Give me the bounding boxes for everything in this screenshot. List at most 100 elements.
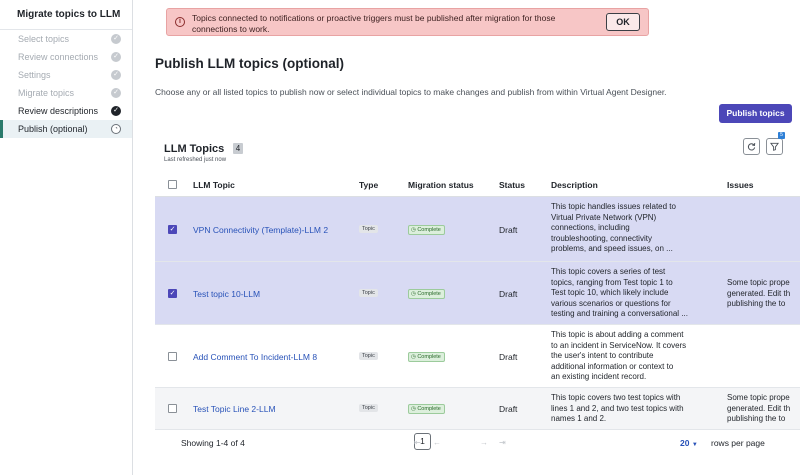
table-title: LLM Topics [164, 143, 225, 155]
check-circle-icon: ✓ [111, 34, 121, 44]
topic-link[interactable]: Test Topic Line 2-LLM [193, 404, 276, 414]
description-line: troubleshooting, connectivity [551, 233, 652, 243]
issues-line: generated. Edit th [727, 288, 791, 298]
banner-ok-button[interactable]: OK [606, 13, 640, 31]
description-line: connections, including [551, 223, 630, 232]
wizard-step-label: Review connections [18, 52, 99, 62]
prev-page-icon[interactable]: ← [433, 438, 441, 447]
check-circle-icon: ✓ [111, 106, 121, 116]
description-text: This topic covers a series of test topics… [551, 267, 706, 320]
row-checkbox[interactable] [168, 352, 177, 361]
status-text: Draft [499, 289, 518, 299]
description-text: This topic is about adding a comment to a… [551, 330, 706, 383]
wizard-step[interactable]: Migrate topics ✓ [0, 84, 132, 102]
description-line: names 1 and 2. [551, 414, 607, 423]
rows-per-page-label: rows per page [711, 438, 765, 448]
table-row[interactable]: Add Comment To Incident-LLM 8 Topic ◷ Comp… [155, 325, 800, 388]
showing-count: Showing 1-4 of 4 [181, 438, 245, 448]
col-status[interactable]: Status [499, 180, 525, 190]
first-page-icon[interactable]: ⇤ [414, 438, 421, 447]
col-type[interactable]: Type [359, 180, 378, 190]
wizard-sidebar: Migrate topics to LLM Select topics ✓ Revi… [0, 0, 133, 475]
refresh-icon [747, 143, 756, 151]
wizard-title: Migrate topics to LLM [0, 0, 132, 30]
migration-status-badge: ◷ Complete [408, 404, 445, 414]
col-issues[interactable]: Issues [727, 180, 753, 190]
row-checkbox[interactable]: ✓ [168, 225, 177, 234]
migration-status-badge: ◷ Complete [408, 352, 445, 362]
migration-status-badge: ◷ Complete [408, 289, 445, 299]
description-line: Test topic 10, which likely include [551, 288, 669, 297]
description-line: This topic covers two test topics with [551, 393, 681, 402]
table-row[interactable]: ✓ Test topic 10-LLM Topic ◷ Complete Draft Th… [155, 262, 800, 325]
migration-status-badge: ◷ Complete [408, 225, 445, 235]
description-line: topics, ranging from Test topic 1 to [551, 277, 673, 287]
wizard-step[interactable]: Settings ✓ [0, 66, 132, 84]
description-line: lines 1 and 2, and two test topics with [551, 403, 684, 413]
issues-line: Some topic prope [727, 278, 790, 287]
wizard-step[interactable]: Review connections ✓ [0, 48, 132, 66]
wizard-step-label: Publish (optional) [18, 124, 88, 134]
wizard-step[interactable]: Review descriptions ✓ [0, 102, 132, 120]
col-description[interactable]: Description [551, 180, 598, 190]
wizard-step[interactable]: Select topics ✓ [0, 30, 132, 48]
row-checkbox[interactable] [168, 404, 177, 413]
next-page-icon[interactable]: → [480, 438, 488, 447]
type-badge: Topic [359, 225, 378, 233]
page-subtitle: Choose any or all listed topics to publi… [155, 87, 667, 97]
filter-icon [770, 142, 779, 151]
description-line: This topic is about adding a comment [551, 330, 684, 339]
table-row[interactable]: Test Topic Line 2-LLM Topic ◷ Complete Draf… [155, 388, 800, 430]
migration-status-text: Complete [417, 406, 441, 412]
wizard-step[interactable]: Publish (optional) ◔ [0, 120, 132, 138]
status-text: Draft [499, 404, 518, 414]
description-line: This topic handles issues related to [551, 202, 676, 211]
table-header: LLM Topics 4 [164, 139, 244, 157]
filter-button[interactable] [766, 138, 783, 155]
migration-status-text: Complete [417, 227, 441, 233]
col-llm-topic[interactable]: LLM Topic [193, 180, 235, 190]
status-text: Draft [499, 352, 518, 362]
description-line: an existing incident record. [551, 372, 647, 381]
description-line: to an incident in ServiceNow. It covers [551, 340, 687, 350]
wizard-step-label: Review descriptions [18, 106, 99, 116]
main-content: Publish LLM topics (optional) Choose any… [134, 36, 800, 475]
type-badge: Topic [359, 289, 378, 297]
info-icon: i [175, 17, 185, 27]
select-all-checkbox[interactable] [168, 180, 177, 189]
last-refreshed: Last refreshed just now [164, 157, 227, 163]
col-migration-status[interactable]: Migration status [408, 180, 474, 190]
wizard-step-label: Settings [18, 70, 51, 80]
refresh-button[interactable] [743, 138, 760, 155]
issues-line: publishing the to [727, 414, 786, 423]
issues-text: Some topic prope generated. Edit th publis… [727, 278, 800, 310]
banner-message: Topics connected to notifications or pro… [192, 13, 556, 34]
topic-count-badge: 4 [232, 143, 244, 154]
error-banner: i Topics connected to notifications or p… [166, 8, 649, 36]
topic-link[interactable]: Add Comment To Incident-LLM 8 [193, 352, 317, 362]
page-title: Publish LLM topics (optional) [155, 56, 344, 71]
table-footer: Showing 1-4 of 4 ⇤ ← 1 → ⇥ 20 ▼ rows per… [155, 430, 800, 455]
issues-line: generated. Edit th [727, 403, 791, 413]
issues-text: Some topic prope generated. Edit th publis… [727, 393, 800, 425]
topic-link[interactable]: VPN Connectivity (Template)-LLM 2 [193, 225, 328, 235]
issues-line: publishing the to [727, 299, 786, 308]
wizard-steps: Select topics ✓ Review connections ✓ Setting… [0, 30, 132, 138]
topic-link[interactable]: Test topic 10-LLM [193, 289, 260, 299]
description-text: This topic handles issues related to Virt… [551, 202, 706, 255]
issues-line: Some topic prope [727, 393, 790, 402]
type-badge: Topic [359, 404, 378, 412]
in-progress-icon: ◔ [111, 124, 121, 134]
description-line: Virtual Private Network (VPN) [551, 212, 657, 222]
row-checkbox[interactable]: ✓ [168, 289, 177, 298]
publish-topics-button[interactable]: Publish topics [719, 104, 792, 123]
description-line: problems, and speed issues, on ... [551, 244, 673, 253]
description-line: testing and training a conversational ..… [551, 309, 688, 318]
table-row[interactable]: ✓ VPN Connectivity (Template)-LLM 2 Topic ◷… [155, 197, 800, 262]
rows-per-page-select[interactable]: 20 ▼ [680, 438, 698, 448]
description-text: This topic covers two test topics with li… [551, 393, 706, 425]
status-text: Draft [499, 225, 518, 235]
description-line: the user's intent to contribute [551, 351, 654, 360]
description-line: various scenarios or questions for [551, 298, 671, 308]
last-page-icon[interactable]: ⇥ [499, 438, 506, 447]
